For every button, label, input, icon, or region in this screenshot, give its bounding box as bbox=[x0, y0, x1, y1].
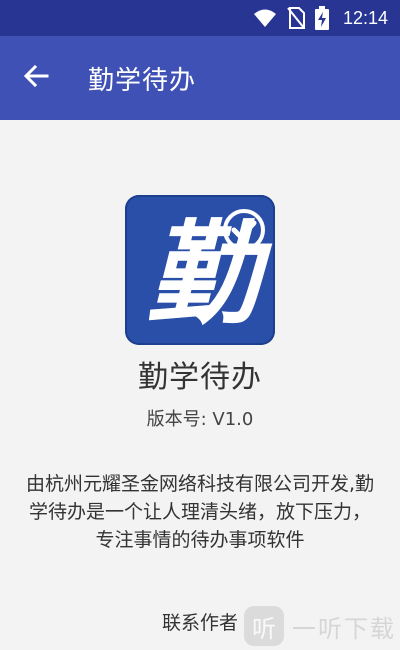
version-label: 版本号: V1.0 bbox=[146, 409, 254, 430]
watermark-text: 一听下载 bbox=[292, 614, 396, 643]
checkmark-circle-icon bbox=[221, 207, 267, 257]
status-bar: 12:14 bbox=[0, 0, 400, 36]
watermark-logo: 听 bbox=[244, 606, 284, 646]
app-name: 勤学待办 bbox=[138, 360, 262, 395]
page-title: 勤学待办 bbox=[88, 65, 197, 96]
app-bar: 勤学待办 bbox=[0, 36, 400, 120]
watermark: 听 一听下载 bbox=[244, 604, 396, 648]
app-description: 由杭州元耀圣金网络科技有限公司开发,勤学待办是一个让人理清头绪，放下压力，专注事… bbox=[25, 473, 375, 551]
wifi-icon bbox=[253, 8, 277, 28]
battery-charging-icon bbox=[314, 6, 329, 30]
app-logo: 勤 bbox=[125, 195, 275, 345]
about-content: 勤 勤学待办 版本号: V1.0 由杭州元耀圣金网络科技有限公司开发,勤学待办是… bbox=[0, 120, 400, 650]
arrow-back-icon bbox=[23, 63, 49, 93]
no-sim-icon bbox=[287, 7, 305, 29]
back-button[interactable] bbox=[0, 36, 72, 120]
status-time: 12:14 bbox=[342, 7, 388, 28]
